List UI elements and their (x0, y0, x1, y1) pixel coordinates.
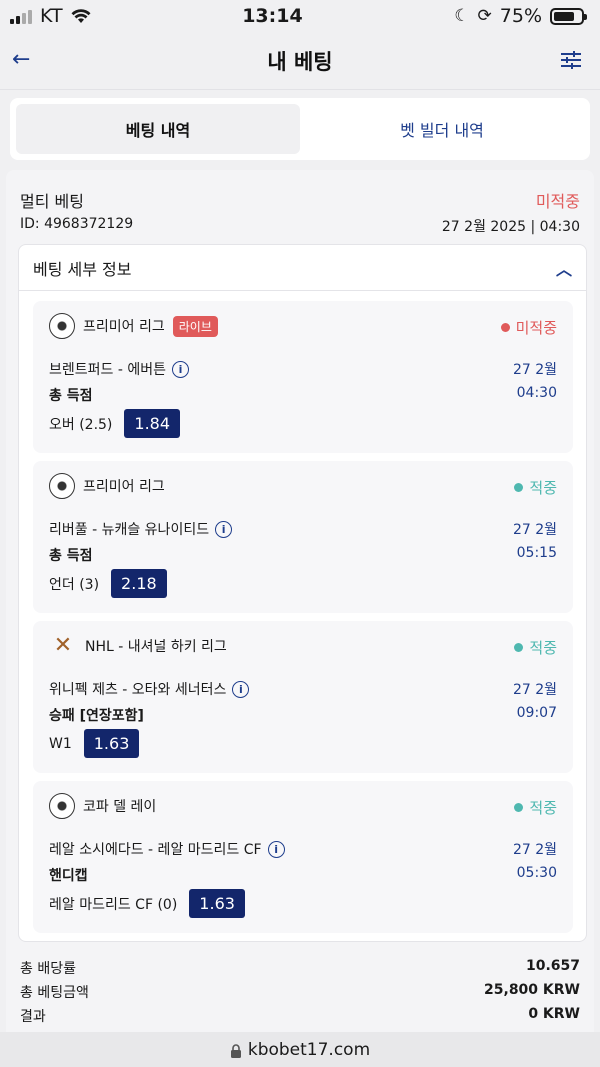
odds-badge: 2.18 (111, 569, 167, 598)
lock-icon (230, 1043, 241, 1058)
market-name: 총 득점 (49, 548, 93, 564)
match-time: 05:15 (516, 545, 557, 561)
odds-badge: 1.63 (83, 729, 140, 758)
status-left: KT (10, 5, 91, 27)
signal-icon (10, 8, 32, 24)
selection-card: 프리미어 리그 라이브 미적중 브렌트퍼드 - 에버튼 i 총 득점 27 2월 0… (33, 301, 573, 453)
bet-status: 미적중 (535, 192, 580, 211)
summary-row: 총 배당률 10.657 (20, 958, 580, 978)
market-name: 승패 [연장포함] (49, 708, 144, 724)
selection-card: 프리미어 리그 적중 리버풀 - 뉴캐슬 유나이티드 i 총 득점 27 2월 0… (33, 461, 573, 613)
bet-details-toggle[interactable]: 베팅 세부 정보 ︿ (19, 245, 586, 291)
summary-label: 총 베팅금액 (20, 985, 89, 1001)
bet-details-label: 베팅 세부 정보 (33, 259, 132, 279)
match-time: 09:07 (516, 705, 557, 721)
wifi-icon (71, 9, 91, 23)
summary-value: 0 KRW (528, 1006, 580, 1022)
bet-details-panel: 베팅 세부 정보 ︿ 프리미어 리그 라이브 미적중 브렌트퍼드 - 에버튼 i 총… (18, 244, 587, 942)
bet-type: 멀티 베팅 (20, 192, 84, 211)
summary-row: 총 베팅금액 25,800 KRW (20, 982, 580, 1002)
summary-label: 결과 (20, 1009, 46, 1025)
summary-value: 25,800 KRW (484, 982, 580, 998)
status-dot (514, 483, 524, 492)
live-badge: 라이브 (172, 315, 218, 337)
tab-bet-builder-history[interactable]: 벳 빌더 내역 (300, 104, 584, 154)
pick-label: W1 (49, 735, 72, 752)
status-bar: KT 13:14 ☾ ⟳ 75% (0, 0, 600, 32)
soccer-ball-icon (49, 313, 75, 339)
info-icon[interactable]: i (232, 680, 250, 698)
info-icon[interactable]: i (215, 520, 233, 538)
bet-datetime: 27 2월 2025 | 04:30 (441, 219, 580, 235)
status-dot (514, 803, 524, 812)
status-right: ☾ ⟳ 75% (454, 5, 587, 27)
clock: 13:14 (242, 5, 303, 27)
tab-bet-history[interactable]: 베팅 내역 (16, 104, 300, 154)
league-name: NHL - 내셔널 하키 리그 (85, 638, 227, 655)
selection-status: 적중 (529, 639, 557, 657)
match-date: 27 2월 (512, 682, 557, 698)
match-date: 27 2월 (512, 842, 557, 858)
rotation-lock-icon: ⟳ (477, 6, 492, 26)
match-date: 27 2월 (512, 362, 557, 378)
battery-icon (550, 7, 587, 25)
league-name: 프리미어 리그 (83, 319, 165, 335)
app-header: ← 내 베팅 (0, 32, 600, 90)
match-time: 04:30 (516, 385, 557, 401)
pick-label: 오버 (2.5) (49, 416, 113, 433)
bet-id: ID: 4968372129 (20, 216, 134, 232)
pick-label: 레알 마드리드 CF (0) (49, 896, 178, 913)
match-name: 레알 소시에다드 - 레알 마드리드 CF (49, 842, 262, 858)
odds-badge: 1.63 (189, 889, 245, 918)
bet-card: 멀티 베팅 미적중 ID: 4968372129 27 2월 2025 | 04… (6, 170, 594, 1040)
soccer-ball-icon (49, 473, 75, 499)
selection-status: 미적중 (515, 319, 557, 337)
battery-percent: 75% (499, 5, 542, 27)
match-name: 위니펙 제츠 - 오타와 세너터스 (49, 682, 227, 698)
carrier: KT (40, 5, 63, 27)
summary-label: 총 배당률 (20, 961, 76, 977)
match-date: 27 2월 (512, 522, 557, 538)
match-name: 리버풀 - 뉴캐슬 유나이티드 (49, 522, 210, 538)
status-dot (500, 323, 510, 332)
moon-icon: ☾ (454, 6, 470, 26)
url-text: kbobet17.com (247, 1039, 371, 1060)
history-tabs: 베팅 내역 벳 빌더 내역 (10, 98, 590, 160)
summary-value: 10.657 (525, 958, 580, 974)
chevron-up-icon: ︿ (555, 259, 572, 279)
market-name: 총 득점 (49, 388, 93, 404)
info-icon[interactable]: i (267, 840, 285, 858)
back-arrow-icon[interactable]: ← (12, 48, 36, 72)
selection-status: 적중 (529, 799, 557, 817)
summary-row: 결과 0 KRW (20, 1006, 580, 1026)
filter-sliders-icon[interactable] (560, 49, 582, 71)
selection-card: ✕ NHL - 내셔널 하키 리그 적중 위니펙 제츠 - 오타와 세너터스 i 승… (33, 621, 573, 773)
match-name: 브렌트퍼드 - 에버튼 (49, 362, 166, 378)
league-name: 프리미어 리그 (83, 479, 165, 495)
match-time: 05:30 (516, 865, 557, 881)
league-name: 코파 델 레이 (83, 799, 157, 815)
hockey-sticks-icon: ✕ (53, 633, 73, 658)
status-dot (514, 643, 524, 652)
page-title: 내 베팅 (267, 49, 333, 74)
browser-url-bar[interactable]: kbobet17.com (0, 1032, 600, 1067)
info-icon[interactable]: i (172, 360, 189, 378)
odds-badge: 1.84 (124, 409, 181, 438)
selection-card: 코파 델 레이 적중 레알 소시에다드 - 레알 마드리드 CF i 핸디캡 27… (33, 781, 573, 933)
soccer-ball-icon (49, 793, 75, 819)
market-name: 핸디캡 (49, 868, 88, 884)
selection-status: 적중 (529, 479, 557, 497)
pick-label: 언더 (3) (49, 576, 100, 593)
